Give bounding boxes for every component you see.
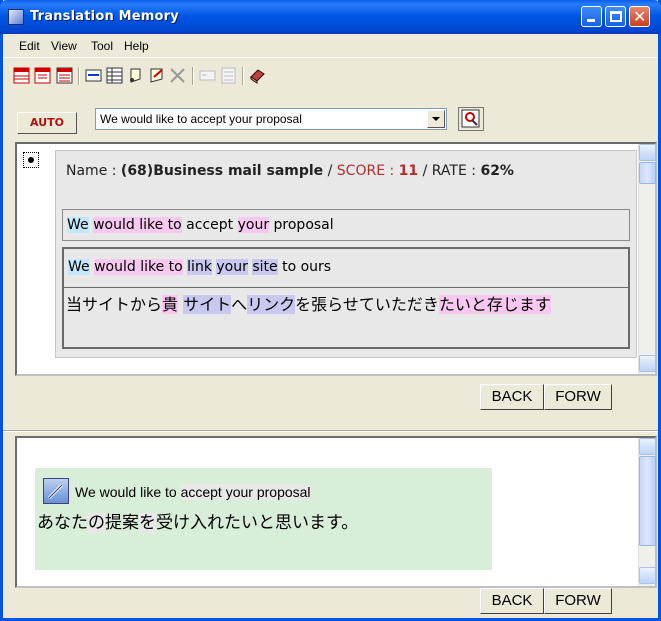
menu-view[interactable]: View bbox=[51, 39, 77, 53]
token: link bbox=[187, 259, 212, 275]
token: 提案 bbox=[105, 513, 139, 533]
token: たいと存じます bbox=[438, 295, 551, 314]
pane-splitter[interactable] bbox=[3, 430, 658, 432]
match-target-sentence: 当サイトから貴 サイトへリンクを張らせていただきたいと存じます bbox=[66, 291, 626, 319]
delete-icon[interactable] bbox=[169, 67, 186, 84]
name-label: Name : bbox=[66, 163, 121, 179]
title-bar: Translation Memory ✕ bbox=[0, 0, 661, 34]
score-label: SCORE : bbox=[336, 163, 399, 179]
query-text: We would like to accept your proposal bbox=[100, 112, 302, 126]
token: site bbox=[252, 259, 278, 275]
rate-value: 62% bbox=[480, 163, 514, 179]
scroll-thumb[interactable] bbox=[639, 456, 656, 546]
match-divider bbox=[64, 287, 628, 288]
edit-note-icon[interactable] bbox=[148, 67, 165, 84]
token: would like to bbox=[93, 217, 182, 233]
translation-pane: We would like to accept your proposal あな… bbox=[15, 436, 657, 588]
token: たいと思います。 bbox=[224, 513, 359, 533]
result-card: Name : (68)Business mail sample / SCORE … bbox=[55, 150, 637, 358]
menu-tool[interactable]: Tool bbox=[91, 39, 113, 53]
token: へ bbox=[231, 295, 248, 314]
edit-pen-icon[interactable] bbox=[43, 478, 69, 504]
search-button[interactable] bbox=[458, 107, 484, 131]
dropdown-arrow-icon[interactable] bbox=[427, 110, 445, 128]
token: We bbox=[67, 217, 89, 233]
toolbar-separator bbox=[78, 67, 80, 85]
separator: / bbox=[323, 163, 337, 179]
token: accept your proposal bbox=[180, 484, 311, 500]
token: your bbox=[237, 217, 270, 233]
menu-edit[interactable]: Edit bbox=[19, 39, 40, 53]
forward-button[interactable]: FORW bbox=[544, 588, 612, 614]
scroll-up-icon[interactable] bbox=[639, 144, 656, 161]
translation-card: We would like to accept your proposal あな… bbox=[35, 468, 492, 570]
book-icon[interactable] bbox=[249, 67, 266, 84]
scroll-down-icon[interactable] bbox=[639, 355, 656, 372]
menu-bar: Edit View Tool Help bbox=[3, 34, 658, 57]
token: あなた bbox=[37, 513, 88, 533]
rate-label: / RATE : bbox=[418, 163, 481, 179]
token: We would like to bbox=[75, 484, 181, 500]
scroll-thumb[interactable] bbox=[639, 162, 656, 184]
toolbar-separator bbox=[192, 67, 194, 85]
token: proposal bbox=[269, 217, 334, 233]
token: の bbox=[88, 513, 105, 533]
scroll-down-icon[interactable] bbox=[639, 567, 656, 584]
scroll-up-icon[interactable] bbox=[639, 438, 656, 455]
maximize-button[interactable] bbox=[605, 6, 626, 27]
window-title: Translation Memory bbox=[30, 9, 179, 24]
results-scrollbar[interactable] bbox=[638, 144, 656, 374]
score-value: 11 bbox=[398, 163, 419, 179]
app-icon bbox=[8, 9, 24, 25]
table-red-2-icon[interactable] bbox=[34, 67, 51, 84]
grid-icon[interactable] bbox=[106, 67, 123, 84]
name-value: (68)Business mail sample bbox=[120, 163, 324, 179]
results-pane: Name : (68)Business mail sample / SCORE … bbox=[15, 142, 657, 376]
token: your bbox=[216, 259, 248, 275]
translation-memory-window: Translation Memory ✕ Edit View Tool Help… bbox=[0, 0, 661, 621]
table-red-3-icon[interactable] bbox=[56, 67, 73, 84]
token: 当サイトから bbox=[66, 295, 163, 314]
token: 貴 bbox=[162, 295, 179, 314]
forward-button[interactable]: FORW bbox=[544, 384, 612, 410]
token: サイト bbox=[183, 295, 232, 314]
token: accept bbox=[181, 217, 238, 233]
search-icon bbox=[461, 109, 480, 128]
table-red-icon[interactable] bbox=[13, 67, 30, 84]
auto-button[interactable]: AUTO bbox=[17, 112, 77, 134]
translation-target: あなたの提案を受け入れたいと思います。 bbox=[37, 510, 358, 536]
close-button[interactable]: ✕ bbox=[629, 6, 650, 27]
token: to ours bbox=[277, 259, 332, 275]
list-icon[interactable] bbox=[85, 67, 102, 84]
results-list: Name : (68)Business mail sample / SCORE … bbox=[17, 144, 639, 374]
token: リンク bbox=[247, 295, 296, 314]
query-combobox[interactable]: We would like to accept your proposal bbox=[95, 108, 447, 130]
token: を bbox=[139, 513, 156, 533]
menu-help[interactable]: Help bbox=[124, 39, 149, 53]
toolbar-separator bbox=[242, 67, 244, 85]
toolbar bbox=[3, 57, 658, 107]
minimize-button[interactable] bbox=[581, 6, 602, 27]
source-sentence: We would like to accept your proposal bbox=[62, 209, 630, 241]
translation-scrollbar[interactable] bbox=[638, 438, 656, 586]
token: would like to bbox=[94, 259, 183, 275]
token: を張らせていただき bbox=[295, 295, 439, 314]
back-button[interactable]: BACK bbox=[480, 384, 544, 410]
token: 受け入れ bbox=[156, 513, 224, 533]
result-header: Name : (68)Business mail sample / SCORE … bbox=[66, 161, 626, 181]
back-button[interactable]: BACK bbox=[480, 588, 544, 614]
match-box: We would like to link your site to ours … bbox=[62, 247, 630, 349]
token: We bbox=[68, 259, 90, 275]
result-radio[interactable] bbox=[23, 152, 39, 168]
disabled-field-icon[interactable] bbox=[199, 67, 216, 84]
note-icon[interactable] bbox=[127, 67, 144, 84]
match-source-sentence: We would like to link your site to ours bbox=[68, 257, 331, 277]
translation-source: We would like to accept your proposal bbox=[75, 482, 311, 502]
disabled-grid-icon[interactable] bbox=[220, 67, 237, 84]
